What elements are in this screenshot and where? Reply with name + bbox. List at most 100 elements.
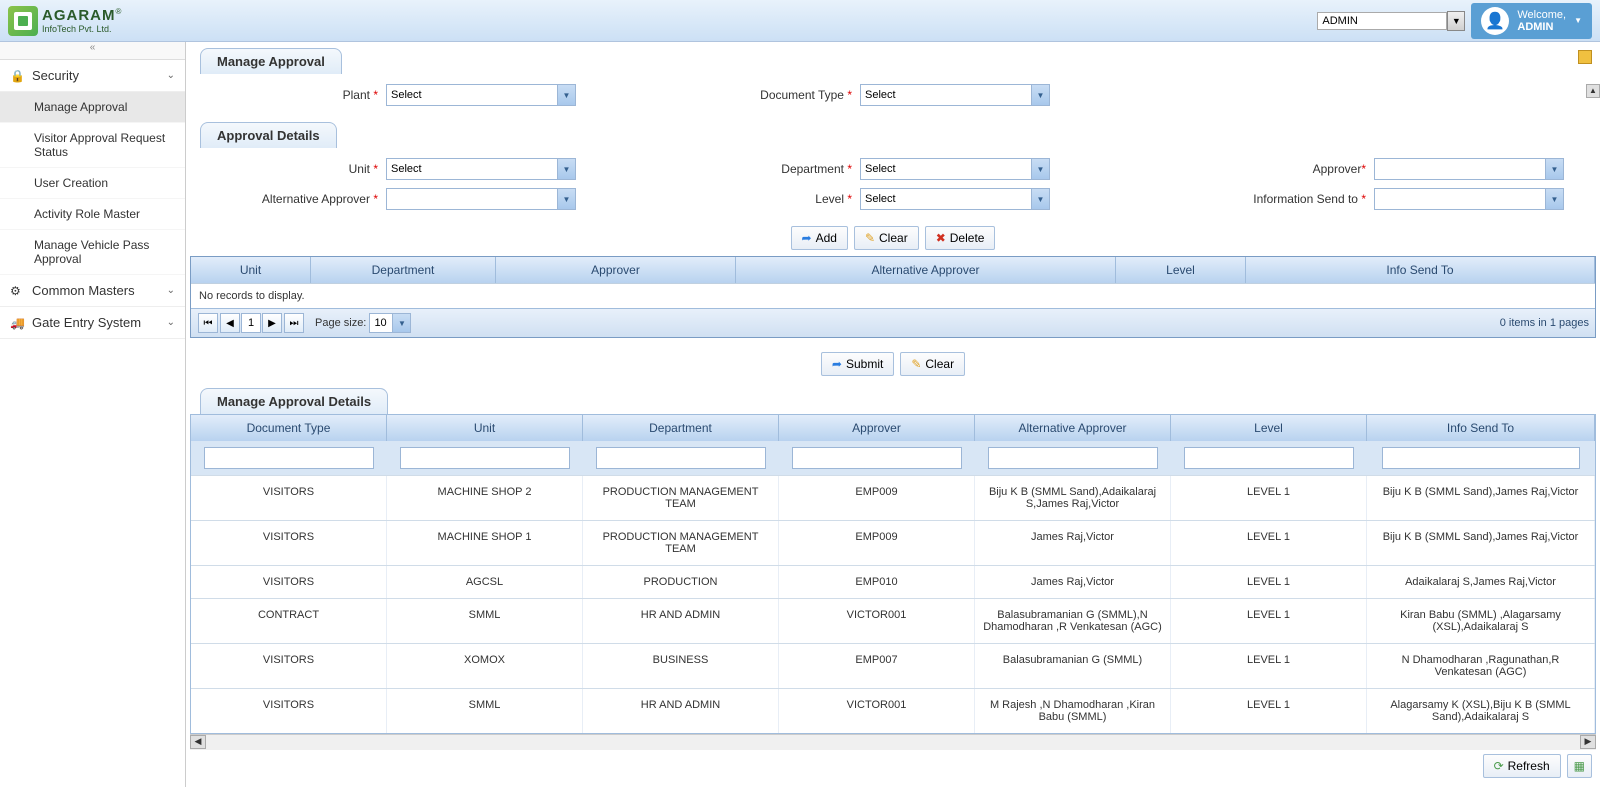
pager-first-button[interactable]: ⏮ bbox=[198, 313, 218, 333]
col-approver2[interactable]: Approver bbox=[779, 415, 975, 441]
sidebar-item-manage-approval[interactable]: Manage Approval bbox=[0, 92, 185, 123]
table-cell: BUSINESS bbox=[583, 644, 779, 688]
user-dropdown-input[interactable] bbox=[1317, 12, 1447, 30]
doctype-input[interactable] bbox=[861, 85, 1031, 105]
col-level[interactable]: Level bbox=[1116, 257, 1246, 283]
table-row[interactable]: VISITORSSMMLHR AND ADMINVICTOR001M Rajes… bbox=[191, 688, 1595, 733]
sidebar-item-user-creation[interactable]: User Creation bbox=[0, 168, 185, 199]
dropdown-icon[interactable]: ▼ bbox=[1031, 189, 1049, 209]
infosend-select[interactable]: ▼ bbox=[1374, 188, 1564, 210]
sidebar-section-security[interactable]: 🔒 Security ⌄ bbox=[0, 60, 185, 92]
table-cell: M Rajesh ,N Dhamodharan ,Kiran Babu (SMM… bbox=[975, 689, 1171, 733]
col-level2[interactable]: Level bbox=[1171, 415, 1367, 441]
dropdown-icon[interactable]: ▼ bbox=[557, 85, 575, 105]
department-select[interactable]: ▼ bbox=[860, 158, 1050, 180]
sidebar-item-visitor-approval[interactable]: Visitor Approval Request Status bbox=[0, 123, 185, 168]
filter-dept[interactable] bbox=[596, 447, 765, 469]
add-button[interactable]: ➦Add bbox=[791, 226, 848, 250]
unit-select[interactable]: ▼ bbox=[386, 158, 576, 180]
table-cell: AGCSL bbox=[387, 566, 583, 598]
table-cell: James Raj,Victor bbox=[975, 521, 1171, 565]
table-cell: MACHINE SHOP 2 bbox=[387, 476, 583, 520]
sidebar-section-label: Security bbox=[32, 68, 79, 83]
dropdown-icon[interactable]: ▼ bbox=[557, 159, 575, 179]
approver-label: Approver bbox=[1313, 162, 1362, 176]
scroll-left-icon[interactable]: ◀ bbox=[190, 735, 206, 749]
doctype-select[interactable]: ▼ bbox=[860, 84, 1050, 106]
col-approver[interactable]: Approver bbox=[496, 257, 736, 283]
sidebar-item-activity-role[interactable]: Activity Role Master bbox=[0, 199, 185, 230]
dropdown-icon[interactable]: ▼ bbox=[1545, 189, 1563, 209]
filter-infosend[interactable] bbox=[1382, 447, 1580, 469]
col-unit2[interactable]: Unit bbox=[387, 415, 583, 441]
col-infosend2[interactable]: Info Send To bbox=[1367, 415, 1595, 441]
submit-icon: ➦ bbox=[832, 357, 842, 371]
table-cell: VICTOR001 bbox=[779, 599, 975, 643]
table-row[interactable]: VISITORSMACHINE SHOP 2PRODUCTION MANAGEM… bbox=[191, 475, 1595, 520]
col-unit[interactable]: Unit bbox=[191, 257, 311, 283]
sidebar-section-common-masters[interactable]: ⚙ Common Masters ⌄ bbox=[0, 275, 185, 307]
sidebar-item-vehicle-pass[interactable]: Manage Vehicle Pass Approval bbox=[0, 230, 185, 275]
department-label: Department bbox=[781, 162, 844, 176]
horizontal-scrollbar[interactable]: ◀ ▶ bbox=[190, 734, 1596, 750]
col-department[interactable]: Department bbox=[311, 257, 496, 283]
table-cell: LEVEL 1 bbox=[1171, 521, 1367, 565]
filter-approver[interactable] bbox=[792, 447, 961, 469]
page-size-select[interactable]: ▼ bbox=[369, 313, 411, 333]
approver-select[interactable]: ▼ bbox=[1374, 158, 1564, 180]
table-cell: Biju K B (SMML Sand),James Raj,Victor bbox=[1367, 521, 1595, 565]
pager-next-button[interactable]: ▶ bbox=[262, 313, 282, 333]
pager-page-input[interactable] bbox=[241, 313, 261, 333]
avatar-icon: 👤 bbox=[1481, 7, 1509, 35]
filter-altapprover[interactable] bbox=[988, 447, 1157, 469]
delete-button[interactable]: ✖Delete bbox=[925, 226, 996, 250]
pager-prev-button[interactable]: ◀ bbox=[220, 313, 240, 333]
unit-label: Unit bbox=[349, 162, 370, 176]
filter-doctype[interactable] bbox=[204, 447, 373, 469]
level-select[interactable]: ▼ bbox=[860, 188, 1050, 210]
sidebar: « 🔒 Security ⌄ Manage Approval Visitor A… bbox=[0, 42, 186, 787]
clear2-button[interactable]: ✎Clear bbox=[900, 352, 965, 376]
sidebar-collapse-button[interactable]: « bbox=[0, 42, 185, 60]
submit-button[interactable]: ➦Submit bbox=[821, 352, 894, 376]
export-button[interactable]: ▦ bbox=[1567, 754, 1592, 778]
table-cell: EMP010 bbox=[779, 566, 975, 598]
dropdown-icon[interactable]: ▼ bbox=[1545, 159, 1563, 179]
table-cell: LEVEL 1 bbox=[1171, 644, 1367, 688]
plant-select[interactable]: ▼ bbox=[386, 84, 576, 106]
table-row[interactable]: VISITORSXOMOXBUSINESSEMP007Balasubramani… bbox=[191, 643, 1595, 688]
table-row[interactable]: CONTRACTSMMLHR AND ADMINVICTOR001Balasub… bbox=[191, 598, 1595, 643]
col-doctype[interactable]: Document Type bbox=[191, 415, 387, 441]
table-row[interactable]: VISITORSMACHINE SHOP 1PRODUCTION MANAGEM… bbox=[191, 520, 1595, 565]
refresh-button[interactable]: ⟳Refresh bbox=[1483, 754, 1561, 778]
filter-unit[interactable] bbox=[400, 447, 569, 469]
table-row[interactable]: VISITORSAGCSLPRODUCTIONEMP010James Raj,V… bbox=[191, 565, 1595, 598]
table-cell: XOMOX bbox=[387, 644, 583, 688]
scroll-right-icon[interactable]: ▶ bbox=[1580, 735, 1596, 749]
filter-level[interactable] bbox=[1184, 447, 1353, 469]
col-infosend[interactable]: Info Send To bbox=[1246, 257, 1595, 283]
dropdown-icon[interactable]: ▼ bbox=[1031, 159, 1049, 179]
welcome-box[interactable]: 👤 Welcome, ADMIN ▼ bbox=[1471, 3, 1592, 39]
dropdown-icon[interactable]: ▼ bbox=[392, 314, 410, 332]
sidebar-section-gate-entry[interactable]: 🚚 Gate Entry System ⌄ bbox=[0, 307, 185, 339]
col-altapprover2[interactable]: Alternative Approver bbox=[975, 415, 1171, 441]
table-cell: EMP009 bbox=[779, 476, 975, 520]
clear-button[interactable]: ✎Clear bbox=[854, 226, 919, 250]
approval-details-tab: Approval Details bbox=[200, 122, 337, 148]
notes-icon[interactable] bbox=[1578, 50, 1592, 64]
welcome-label: Welcome, bbox=[1517, 9, 1566, 21]
table-cell: MACHINE SHOP 1 bbox=[387, 521, 583, 565]
col-altapprover[interactable]: Alternative Approver bbox=[736, 257, 1116, 283]
user-dropdown-button[interactable]: ▼ bbox=[1447, 11, 1465, 31]
dropdown-icon[interactable]: ▼ bbox=[1031, 85, 1049, 105]
altapprover-select[interactable]: ▼ bbox=[386, 188, 576, 210]
clear-icon: ✎ bbox=[865, 231, 875, 245]
dropdown-icon[interactable]: ▼ bbox=[557, 189, 575, 209]
table-cell: SMML bbox=[387, 689, 583, 733]
col-dept2[interactable]: Department bbox=[583, 415, 779, 441]
table-cell: Balasubramanian G (SMML),N Dhamodharan ,… bbox=[975, 599, 1171, 643]
scroll-up-icon[interactable]: ▲ bbox=[1586, 84, 1600, 98]
plant-input[interactable] bbox=[387, 85, 557, 105]
pager-last-button[interactable]: ⏭ bbox=[284, 313, 304, 333]
